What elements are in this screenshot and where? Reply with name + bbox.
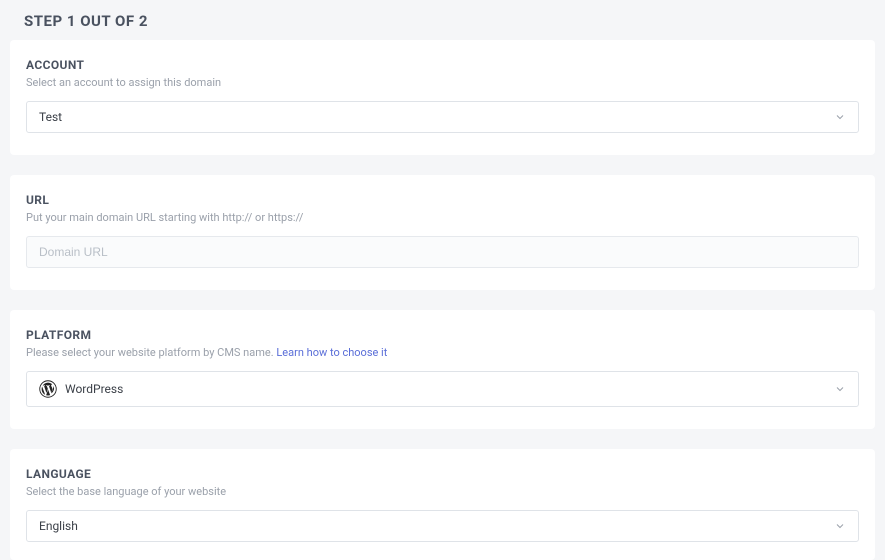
language-description: Select the base language of your website	[26, 485, 859, 498]
account-select[interactable]: Test	[26, 101, 859, 133]
url-input[interactable]	[26, 236, 859, 268]
language-card: LANGUAGE Select the base language of you…	[10, 449, 875, 560]
chevron-down-icon	[834, 383, 846, 395]
platform-learn-link[interactable]: Learn how to choose it	[276, 346, 387, 359]
chevron-down-icon	[834, 520, 846, 532]
language-select[interactable]: English	[26, 510, 859, 542]
platform-select[interactable]: WordPress	[26, 371, 859, 407]
platform-description: Please select your website platform by C…	[26, 346, 859, 359]
platform-label: PLATFORM	[26, 328, 859, 342]
url-description: Put your main domain URL starting with h…	[26, 211, 859, 224]
platform-desc-text: Please select your website platform by C…	[26, 346, 276, 359]
step-title: STEP 1 OUT OF 2	[0, 0, 885, 40]
platform-select-value: WordPress	[65, 382, 834, 396]
account-select-value: Test	[39, 110, 834, 124]
wordpress-icon	[39, 380, 57, 398]
account-label: ACCOUNT	[26, 58, 859, 72]
url-card: URL Put your main domain URL starting wi…	[10, 175, 875, 290]
language-label: LANGUAGE	[26, 467, 859, 481]
language-select-value: English	[39, 519, 834, 533]
account-description: Select an account to assign this domain	[26, 76, 859, 89]
platform-card: PLATFORM Please select your website plat…	[10, 310, 875, 429]
url-label: URL	[26, 193, 859, 207]
chevron-down-icon	[834, 111, 846, 123]
account-card: ACCOUNT Select an account to assign this…	[10, 40, 875, 155]
